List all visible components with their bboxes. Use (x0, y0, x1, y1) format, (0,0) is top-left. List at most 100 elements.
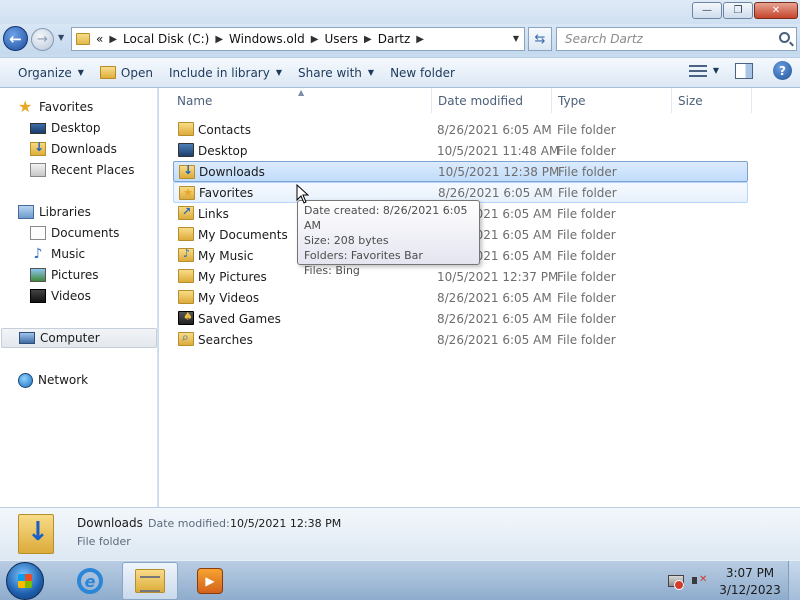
file-row-desktop[interactable]: Desktop 10/5/2021 11:48 AM File folder (173, 140, 748, 161)
file-row-searches[interactable]: Searches 8/26/2021 6:05 AM File folder (173, 329, 748, 350)
start-button[interactable] (6, 562, 44, 600)
chevron-right-icon[interactable]: ▶ (215, 34, 223, 45)
search-box[interactable] (556, 27, 797, 51)
taskbar-internet-explorer[interactable]: e (62, 562, 118, 600)
chevron-right-icon[interactable]: ▶ (311, 34, 319, 45)
file-row-contacts[interactable]: Contacts 8/26/2021 6:05 AM File folder (173, 119, 748, 140)
nav-network[interactable]: Network (18, 370, 88, 390)
nav-music[interactable]: ♪ Music (30, 244, 86, 264)
chevron-right-icon[interactable]: ▶ (109, 34, 117, 45)
preview-pane-icon[interactable] (735, 62, 753, 79)
nav-favorites[interactable]: ★ Favorites (18, 97, 93, 117)
column-header-date-modified[interactable]: Date modified (432, 88, 552, 113)
file-name: My Documents (198, 227, 288, 242)
chevron-down-icon: ▼ (77, 68, 84, 77)
address-bar[interactable]: « ▶ Local Disk (C:) ▶ Windows.old ▶ User… (71, 27, 525, 51)
breadcrumb-users[interactable]: Users (324, 32, 358, 46)
nav-label: Documents (51, 226, 120, 240)
contacts-folder-icon (178, 122, 194, 136)
search-input[interactable] (565, 32, 765, 46)
system-clock[interactable]: 3:07 PM 3/12/2023 (718, 565, 782, 599)
new-folder-label: New folder (390, 65, 455, 80)
star-icon: ★ (18, 97, 33, 116)
windows-explorer-icon (135, 569, 165, 593)
breadcrumb-overflow[interactable]: « (96, 32, 103, 46)
navigation-pane: ★ Favorites Desktop Downloads Recent Pla… (0, 88, 158, 507)
file-type: File folder (557, 290, 616, 305)
file-name: My Videos (198, 290, 260, 305)
search-icon[interactable] (779, 32, 790, 43)
file-type: File folder (557, 311, 616, 326)
nav-label: Downloads (51, 142, 117, 156)
details-modified-value: 10/5/2021 12:38 PM (230, 517, 342, 530)
close-button[interactable]: ✕ (754, 2, 798, 19)
organize-button[interactable]: Organize ▼ (10, 61, 92, 85)
documents-icon (30, 226, 46, 240)
back-arrow-icon: ← (9, 29, 22, 48)
nav-computer[interactable]: Computer (1, 328, 157, 348)
maximize-button[interactable]: ❐ (723, 2, 753, 19)
column-header-size[interactable]: Size (672, 88, 752, 113)
file-date: 8/26/2021 6:05 AM (437, 332, 552, 347)
nav-desktop[interactable]: Desktop (30, 118, 101, 138)
folder-info-tooltip: Date created: 8/26/2021 6:05 AM Size: 20… (297, 200, 480, 277)
nav-pictures[interactable]: Pictures (30, 265, 99, 285)
column-header-name[interactable]: Name (159, 88, 432, 113)
nav-label: Music (51, 247, 86, 261)
chevron-down-icon[interactable]: ▼ (713, 66, 719, 75)
nav-libraries[interactable]: Libraries (18, 202, 91, 222)
breadcrumb-windows-old[interactable]: Windows.old (229, 32, 305, 46)
taskbar-windows-explorer[interactable] (122, 562, 178, 600)
file-name: Links (198, 206, 229, 221)
action-center-flag-icon[interactable] (668, 575, 684, 590)
show-desktop-button[interactable] (788, 561, 800, 600)
nav-downloads[interactable]: Downloads (30, 139, 117, 159)
address-dropdown-icon[interactable]: ▼ (513, 34, 519, 43)
desktop-folder-icon (178, 143, 194, 157)
saved-games-folder-icon (178, 310, 194, 325)
volume-muted-icon[interactable] (692, 574, 708, 587)
nav-recent-places[interactable]: Recent Places (30, 160, 134, 180)
computer-icon (19, 332, 35, 344)
help-icon[interactable]: ? (773, 61, 792, 80)
open-button[interactable]: Open (92, 61, 161, 85)
include-in-library-button[interactable]: Include in library ▼ (161, 61, 290, 85)
network-icon (18, 372, 33, 388)
new-folder-button[interactable]: New folder (382, 61, 463, 85)
column-header-type[interactable]: Type (552, 88, 672, 113)
taskbar-media-player[interactable]: ▶ (182, 562, 238, 600)
videos-folder-icon (178, 290, 194, 304)
forward-button[interactable]: → (31, 28, 54, 51)
chevron-right-icon[interactable]: ▶ (416, 34, 424, 45)
music-note-icon: ♪ (33, 246, 43, 262)
organize-label: Organize (18, 65, 72, 80)
taskbar: e ▶ 3:07 PM 3/12/2023 (0, 560, 800, 600)
file-type: File folder (557, 269, 616, 284)
minimize-button[interactable]: — (692, 2, 722, 19)
nav-label: Recent Places (51, 163, 135, 177)
share-with-button[interactable]: Share with ▼ (290, 61, 382, 85)
nav-label: Favorites (39, 100, 94, 114)
refresh-button[interactable]: ⇆ (528, 27, 552, 51)
back-button[interactable]: ← (3, 26, 28, 51)
nav-label: Computer (40, 331, 100, 345)
tooltip-folders: Folders: Favorites Bar (304, 249, 423, 262)
nav-videos[interactable]: Videos (30, 286, 91, 306)
breadcrumb-dartz[interactable]: Dartz (378, 32, 411, 46)
desktop-icon (30, 122, 46, 134)
breadcrumb-local-disk[interactable]: Local Disk (C:) (123, 32, 209, 46)
column-label: Name (177, 93, 213, 108)
refresh-icon: ⇆ (534, 31, 546, 47)
change-view-icon[interactable] (688, 64, 707, 78)
file-row-my-videos[interactable]: My Videos 8/26/2021 6:05 AM File folder (173, 287, 748, 308)
pictures-icon (30, 268, 46, 282)
chevron-right-icon[interactable]: ▶ (364, 34, 372, 45)
file-name: Saved Games (198, 311, 281, 326)
file-date: 8/26/2021 6:05 AM (437, 290, 552, 305)
details-item-type: File folder (77, 535, 131, 548)
details-modified-label: Date modified: (148, 517, 230, 530)
recent-pages-dropdown[interactable]: ▼ (58, 33, 64, 42)
nav-documents[interactable]: Documents (30, 223, 119, 243)
file-row-saved-games[interactable]: Saved Games 8/26/2021 6:05 AM File folde… (173, 308, 748, 329)
file-row-downloads[interactable]: Downloads 10/5/2021 12:38 PM File folder (173, 161, 748, 182)
